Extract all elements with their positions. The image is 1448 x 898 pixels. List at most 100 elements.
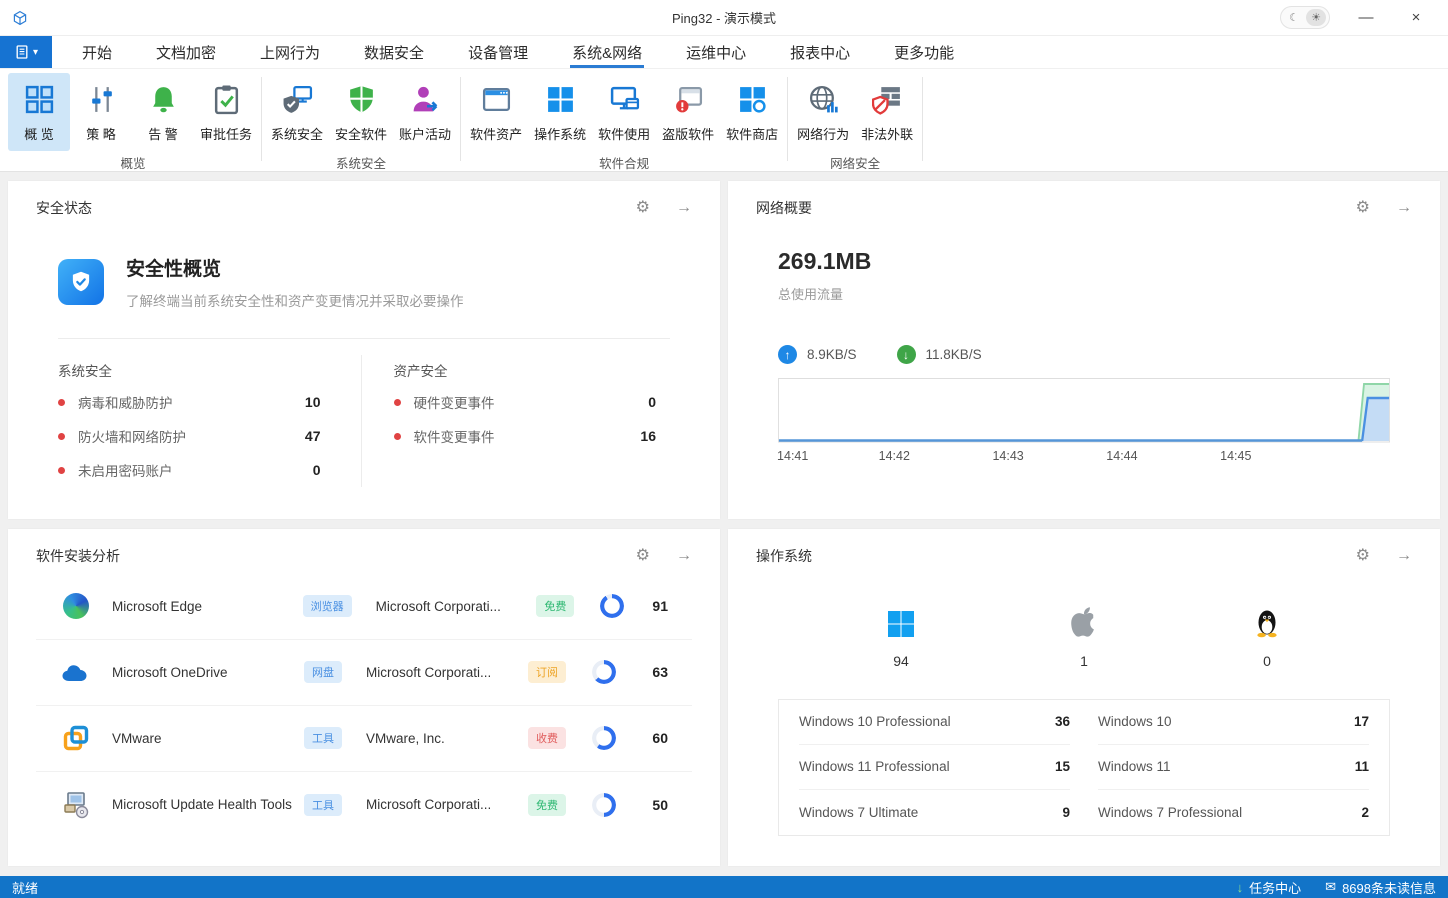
category-badge: 网盘 — [304, 661, 342, 683]
os-apple: 1 — [1029, 606, 1139, 669]
stat-label: 未启用密码账户 — [78, 460, 173, 480]
ribbon-button-illegal-connection[interactable]: 非法外联 — [855, 73, 919, 151]
gear-icon[interactable]: ⚙ — [636, 548, 650, 564]
unread-messages-button[interactable]: ✉ 8698条未读信息 — [1325, 878, 1436, 897]
tab-web-behavior[interactable]: 上网行为 — [260, 36, 320, 68]
table-row: Windows 10 17 — [1098, 700, 1369, 745]
category-badge: 浏览器 — [303, 595, 352, 617]
ribbon-group-label: 网络安全 — [791, 151, 919, 178]
stat-value: 47 — [305, 428, 321, 444]
os-version-count: 9 — [1062, 805, 1070, 820]
apple-logo-icon — [1071, 606, 1098, 638]
ribbon-group-software-compliance: 软件资产 操作系统 软件使用 盗版软件 软件商店 软件合规 — [464, 73, 784, 171]
ribbon-button-software-asset[interactable]: 软件资产 — [464, 73, 528, 151]
ribbon-separator — [460, 77, 461, 161]
windows-count: 94 — [893, 653, 909, 669]
windows-logo-icon — [887, 606, 915, 638]
shield-monitor-icon — [282, 84, 313, 115]
panel-title: 操作系统 — [756, 546, 812, 566]
red-dot-icon — [58, 433, 65, 440]
progress-ring — [600, 594, 624, 618]
download-rate: ↓ 11.8KB/S — [897, 345, 982, 364]
windows-store-icon — [737, 84, 768, 115]
panel-title: 软件安装分析 — [36, 546, 120, 566]
ribbon-button-alert[interactable]: 告 警 — [132, 73, 194, 151]
dark-mode-icon[interactable]: ☾ — [1284, 9, 1304, 26]
windows-icon — [545, 84, 576, 115]
os-version-count: 17 — [1354, 714, 1369, 729]
tab-data-security[interactable]: 数据安全 — [364, 36, 424, 68]
price-badge: 免费 — [528, 794, 566, 816]
stat-label: 硬件变更事件 — [414, 392, 495, 412]
progress-ring — [592, 660, 616, 684]
task-center-label: 任务中心 — [1249, 878, 1301, 897]
close-button[interactable]: × — [1402, 9, 1430, 26]
stat-row: 病毒和威胁防护 10 — [58, 385, 321, 419]
ribbon-group-label: 系统安全 — [265, 151, 457, 178]
theme-toggle[interactable]: ☾ ☀ — [1280, 6, 1330, 29]
ribbon-button-approval[interactable]: 审批任务 — [194, 73, 258, 151]
tab-ops-center[interactable]: 运维中心 — [686, 36, 746, 68]
install-count: 50 — [652, 797, 690, 813]
ribbon-button-network-behavior[interactable]: 网络行为 — [791, 73, 855, 151]
shield-wall-icon — [872, 84, 903, 115]
tab-report-center[interactable]: 报表中心 — [790, 36, 850, 68]
edge-app-icon — [60, 593, 92, 619]
stat-row: 软件变更事件 16 — [394, 419, 657, 453]
mail-icon: ✉ — [1325, 879, 1336, 895]
window-title: Ping32 - 演示模式 — [672, 8, 776, 27]
ribbon-button-pirated-software[interactable]: 盗版软件 — [656, 73, 720, 151]
ribbon-group-overview: 概 览 策 略 告 警 审批任务 概览 — [8, 73, 258, 171]
tab-start[interactable]: 开始 — [82, 36, 112, 68]
gear-icon[interactable]: ⚙ — [636, 200, 650, 216]
app-window-icon — [481, 84, 512, 115]
divider — [58, 338, 670, 339]
software-row[interactable]: Microsoft OneDrive 网盘 Microsoft Corporat… — [36, 640, 692, 706]
ribbon-button-policy[interactable]: 策 略 — [70, 73, 132, 151]
ribbon-button-software-store[interactable]: 软件商店 — [720, 73, 784, 151]
software-row[interactable]: Microsoft Update Health Tools 工具 Microso… — [36, 772, 692, 838]
x-tick: 14:42 — [879, 449, 910, 463]
minimize-button[interactable]: — — [1352, 9, 1380, 26]
panel-operating-system: 操作系统 ⚙ → 94 1 — [728, 529, 1440, 867]
main-menu-button[interactable]: ▾ — [0, 36, 52, 68]
os-version-label: Windows 7 Professional — [1098, 805, 1242, 820]
tab-device-mgmt[interactable]: 设备管理 — [468, 36, 528, 68]
status-ready: 就绪 — [12, 878, 38, 897]
ribbon-button-overview[interactable]: 概 览 — [8, 73, 70, 151]
arrow-right-icon[interactable]: → — [676, 548, 692, 564]
ribbon-button-security-software[interactable]: 安全软件 — [329, 73, 393, 151]
software-vendor: Microsoft Corporati... — [366, 797, 528, 812]
os-version-label: Windows 11 Professional — [799, 759, 950, 774]
ribbon-button-system-security[interactable]: 系统安全 — [265, 73, 329, 151]
vmware-app-icon — [60, 724, 92, 752]
software-row[interactable]: VMware 工具 VMware, Inc. 收费 60 — [36, 706, 692, 772]
task-center-button[interactable]: ↓ 任务中心 — [1237, 878, 1302, 897]
document-menu-icon — [14, 44, 30, 60]
arrow-right-icon[interactable]: → — [1396, 200, 1412, 216]
bell-icon — [148, 84, 179, 115]
ribbon-button-account-activity[interactable]: 账户活动 — [393, 73, 457, 151]
panel-security-status: 安全状态 ⚙ → 安全性概览 了解终端当前系统安全性和资产变更情况并采取必要操作… — [8, 181, 720, 519]
table-row: Windows 7 Professional 2 — [1098, 790, 1369, 835]
os-version-count: 2 — [1361, 805, 1369, 820]
table-row: Windows 11 Professional 15 — [799, 745, 1070, 790]
tab-sys-network[interactable]: 系统&网络 — [572, 36, 642, 68]
table-row: Windows 10 Professional 36 — [799, 700, 1070, 745]
arrow-right-icon[interactable]: → — [1396, 548, 1412, 564]
light-mode-icon[interactable]: ☀ — [1306, 9, 1326, 26]
ribbon-button-software-usage[interactable]: 软件使用 — [592, 73, 656, 151]
tab-more[interactable]: 更多功能 — [894, 36, 954, 68]
user-arrow-icon — [410, 84, 441, 115]
linux-count: 0 — [1263, 653, 1271, 669]
x-tick: 14:43 — [992, 449, 1023, 463]
software-name: Microsoft Edge — [112, 599, 303, 614]
ribbon-group-label: 概览 — [8, 151, 258, 178]
arrow-right-icon[interactable]: → — [676, 200, 692, 216]
tab-doc-encrypt[interactable]: 文档加密 — [156, 36, 216, 68]
gear-icon[interactable]: ⚙ — [1356, 548, 1370, 564]
ribbon-button-os[interactable]: 操作系统 — [528, 73, 592, 151]
gear-icon[interactable]: ⚙ — [1356, 200, 1370, 216]
table-row: Windows 7 Ultimate 9 — [799, 790, 1070, 835]
software-row[interactable]: Microsoft Edge 浏览器 Microsoft Corporati..… — [36, 574, 692, 640]
